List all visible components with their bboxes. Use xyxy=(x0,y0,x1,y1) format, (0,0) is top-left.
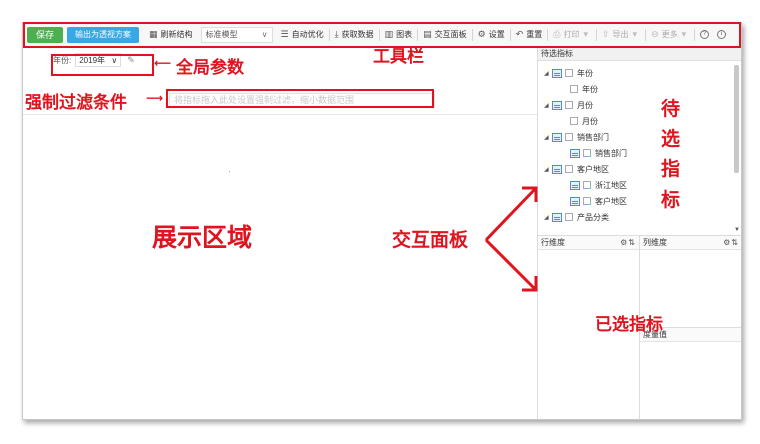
tree-group[interactable]: ◢ 月份 xyxy=(544,97,593,113)
tree-label: 产品分类 xyxy=(577,212,609,222)
tree-item[interactable]: 客户地区 xyxy=(570,193,627,209)
annotation-candidate-char: 选 xyxy=(661,128,681,150)
tree-label: 客户地区 xyxy=(577,164,609,174)
pane-settings-icon[interactable]: ⚙⇅ xyxy=(723,238,739,247)
annotation-toolbar: 工具栏 xyxy=(373,47,424,67)
checkbox[interactable] xyxy=(565,133,573,141)
table-icon xyxy=(570,180,580,190)
tree-item[interactable]: 年份 xyxy=(570,81,598,97)
column-dimension-header: 列维度 ⚙⇅ xyxy=(640,236,741,250)
checkbox[interactable] xyxy=(565,69,573,77)
tree-label: 月份 xyxy=(577,100,593,110)
app-window: 保存 输出为透视方案 ▦ 刷新结构 标准模型 ∨ ☰ 自动优化 ⤓ 获取数据 ▥… xyxy=(22,22,742,420)
caret-icon[interactable]: ◢ xyxy=(544,70,552,77)
tree-label: 月份 xyxy=(582,116,598,126)
checkbox[interactable] xyxy=(565,165,573,173)
tree-group[interactable]: ◢ 销售部门 xyxy=(544,129,609,145)
table-icon xyxy=(552,68,562,78)
filter-highlight xyxy=(166,89,434,108)
tree-group[interactable]: ◢ 产品分类 xyxy=(544,209,609,225)
checkbox[interactable] xyxy=(583,149,591,157)
arrow-global-params: ⟵ xyxy=(154,56,172,70)
scrollbar[interactable] xyxy=(734,65,739,173)
checkbox[interactable] xyxy=(583,181,591,189)
tree-label: 客户地区 xyxy=(595,196,627,206)
annotation-candidate-char: 标 xyxy=(661,189,681,211)
table-icon xyxy=(552,100,562,110)
table-icon xyxy=(552,164,562,174)
caret-icon[interactable]: ◢ xyxy=(544,102,552,109)
tree-label: 浙江地区 xyxy=(595,180,627,190)
checkbox[interactable] xyxy=(565,101,573,109)
checkbox[interactable] xyxy=(583,197,591,205)
caret-icon[interactable]: ◢ xyxy=(544,166,552,173)
tree-label: 年份 xyxy=(582,84,598,94)
annotation-display-area: 展示区域 xyxy=(152,223,253,252)
display-area-dot xyxy=(229,171,230,172)
measure-pane[interactable]: 度量值 xyxy=(640,327,741,419)
annotation-interaction-panel: 交互面板 xyxy=(392,229,469,251)
interaction-panel: 待选指标 ◢ 年份 年份 ◢ 月份 月份 ◢ 销售部门 销售部门 ◢ 客户地区 … xyxy=(537,47,741,419)
tree-group[interactable]: ◢ 年份 xyxy=(544,65,593,81)
caret-icon[interactable]: ◢ xyxy=(544,134,552,141)
table-icon xyxy=(552,132,562,142)
tree-item[interactable]: 销售部门 xyxy=(570,145,627,161)
tree-item[interactable]: 月份 xyxy=(570,113,598,129)
checkbox[interactable] xyxy=(570,117,578,125)
pane-settings-icon[interactable]: ⚙⇅ xyxy=(620,238,636,247)
candidates-header: 待选指标 xyxy=(538,47,741,61)
divider xyxy=(23,114,537,115)
annotation-global-params: 全局参数 xyxy=(176,58,244,78)
tree-label: 销售部门 xyxy=(595,148,627,158)
table-icon xyxy=(552,212,562,222)
tree-label: 销售部门 xyxy=(577,132,609,142)
scroll-down-icon[interactable]: ▼ xyxy=(734,227,740,233)
table-icon xyxy=(570,148,580,158)
annotation-selected-indicators: 已选指标 xyxy=(595,315,663,335)
annotation-candidate-char: 指 xyxy=(661,158,681,180)
arrow-forced-filter: ⟶ xyxy=(146,91,164,105)
tree-group[interactable]: ◢ 客户地区 xyxy=(544,161,609,177)
tree-item[interactable]: 浙江地区 xyxy=(570,177,627,193)
row-dimension-header: 行维度 ⚙⇅ xyxy=(538,236,639,250)
arrows-interaction-panel xyxy=(484,186,538,292)
tree-label: 年份 xyxy=(577,68,593,78)
column-dimension-label: 列维度 xyxy=(643,238,667,247)
global-param-highlight xyxy=(51,54,154,76)
checkbox[interactable] xyxy=(565,213,573,221)
candidate-tree: ◢ 年份 年份 ◢ 月份 月份 ◢ 销售部门 销售部门 ◢ 客户地区 浙江地区 … xyxy=(538,61,741,235)
table-icon xyxy=(570,196,580,206)
annotation-candidate-char: 待 xyxy=(661,98,681,120)
annotation-forced-filter: 强制过滤条件 xyxy=(25,93,127,113)
checkbox[interactable] xyxy=(570,85,578,93)
